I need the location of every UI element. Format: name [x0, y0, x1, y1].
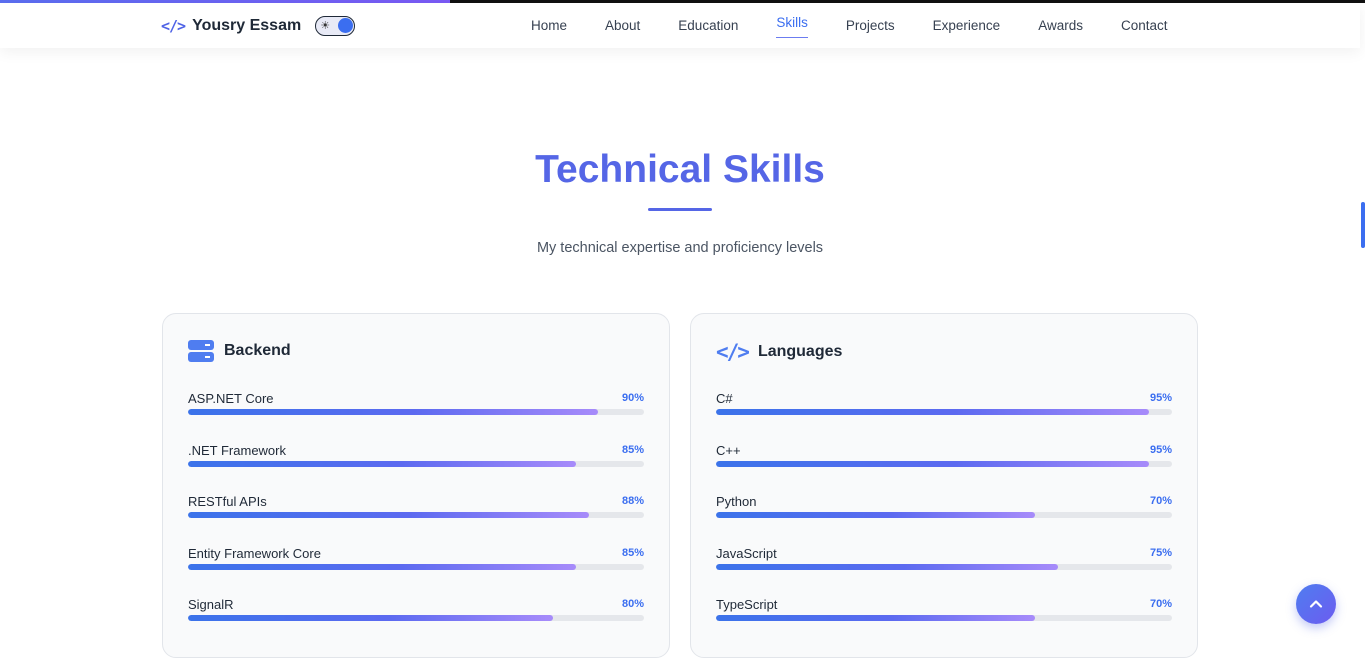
- skill-row: Entity Framework Core 85%: [188, 546, 644, 576]
- skill-progress-track: [716, 460, 1172, 467]
- nav-link-education[interactable]: Education: [659, 3, 757, 48]
- skill-percent: 75%: [1149, 546, 1172, 559]
- skill-progress-track: [188, 512, 644, 518]
- skill-progress-track: [716, 563, 1172, 570]
- nav-link-skills[interactable]: Skills: [757, 3, 827, 48]
- skill-name: TypeScript: [716, 597, 778, 612]
- section-title: Technical Skills: [535, 148, 825, 191]
- skill-percent: 95%: [1149, 392, 1172, 404]
- skill-progress-track: [716, 512, 1172, 518]
- skill-percent: 88%: [621, 495, 644, 507]
- code-icon: </>: [716, 340, 750, 364]
- scrollbar-thumb[interactable]: [1361, 202, 1365, 248]
- card-title: Backend: [224, 342, 291, 359]
- skill-name: Python: [716, 494, 757, 509]
- skill-row: Python 70%: [716, 494, 1172, 524]
- title-underline: [648, 208, 712, 211]
- code-icon: </>: [161, 16, 186, 35]
- toggle-knob: [338, 17, 354, 33]
- skill-percent: 70%: [1149, 598, 1172, 610]
- skill-percent: 80%: [621, 598, 644, 610]
- skill-row: RESTful APIs 88%: [188, 494, 644, 524]
- skill-progress-fill: [188, 512, 590, 518]
- skill-row: C++ 95%: [716, 443, 1172, 473]
- skill-name: SignalR: [188, 597, 234, 612]
- skill-row: SignalR 80%: [188, 597, 644, 627]
- skill-percent: 85%: [621, 443, 644, 456]
- skill-percent: 90%: [621, 392, 644, 404]
- skill-card-backend: Backend ASP.NET Core 90% .NET Framework 85%…: [162, 313, 670, 658]
- skill-row: ASP.NET Core 90%: [188, 391, 644, 421]
- skill-row: TypeScript 70%: [716, 597, 1172, 627]
- nav-link-home[interactable]: Home: [512, 3, 586, 48]
- skill-name: ASP.NET Core: [188, 391, 274, 406]
- card-header: Backend: [188, 340, 291, 362]
- nav-link-projects[interactable]: Projects: [827, 3, 914, 48]
- card-title: Languages: [757, 343, 843, 360]
- nav-link-awards[interactable]: Awards: [1019, 3, 1102, 48]
- nav-link-contact[interactable]: Contact: [1102, 3, 1187, 48]
- brand[interactable]: </> Yousry Essam ☀: [161, 3, 356, 48]
- main-nav: Home About Education Skills Projects Experien…: [512, 3, 1187, 48]
- skill-percent: 85%: [621, 546, 644, 559]
- skill-progress-track: [188, 460, 644, 467]
- server-icon: [188, 340, 214, 362]
- skill-progress-fill: [716, 409, 1150, 415]
- skill-progress-track: [188, 563, 644, 570]
- brand-name[interactable]: Yousry Essam: [192, 17, 301, 35]
- theme-toggle[interactable]: ☀: [315, 15, 356, 36]
- skill-percent: 95%: [1149, 443, 1172, 456]
- site-header: </> Yousry Essam ☀ Home About Education Ski…: [0, 3, 1360, 48]
- skill-name: C#: [716, 391, 733, 406]
- skill-progress-fill: [716, 512, 1036, 518]
- skill-progress-fill: [716, 615, 1036, 621]
- skill-row: C# 95%: [716, 391, 1172, 421]
- skill-progress-track: [188, 615, 644, 621]
- skill-row: JavaScript 75%: [716, 546, 1172, 576]
- skill-progress-fill: [716, 460, 1150, 467]
- sun-icon: ☀: [320, 19, 331, 32]
- skill-progress-fill: [188, 563, 576, 570]
- skill-progress-track: [188, 409, 644, 415]
- card-header: </> Languages: [716, 340, 842, 364]
- skill-progress-track: [716, 409, 1172, 415]
- skill-name: RESTful APIs: [188, 494, 267, 509]
- skill-progress-fill: [188, 460, 576, 467]
- skill-progress-fill: [188, 409, 599, 415]
- skill-name: C++: [716, 442, 741, 458]
- skill-card-languages: </> Languages C# 95% C++ 95% Python 70% JavaSc…: [690, 313, 1198, 658]
- skill-row: .NET Framework 85%: [188, 443, 644, 473]
- skill-progress-track: [716, 615, 1172, 621]
- scroll-to-top-button[interactable]: [1296, 584, 1336, 624]
- nav-link-experience[interactable]: Experience: [914, 3, 1020, 48]
- skill-name: JavaScript: [716, 545, 777, 561]
- skill-progress-fill: [716, 563, 1058, 570]
- section-subtitle: My technical expertise and proficiency l…: [536, 240, 824, 256]
- skill-name: Entity Framework Core: [188, 545, 321, 561]
- skill-percent: 70%: [1149, 495, 1172, 507]
- nav-link-about[interactable]: About: [586, 3, 659, 48]
- skill-name: .NET Framework: [188, 442, 286, 458]
- skill-progress-fill: [188, 615, 553, 621]
- chevron-up-icon: [1309, 600, 1323, 608]
